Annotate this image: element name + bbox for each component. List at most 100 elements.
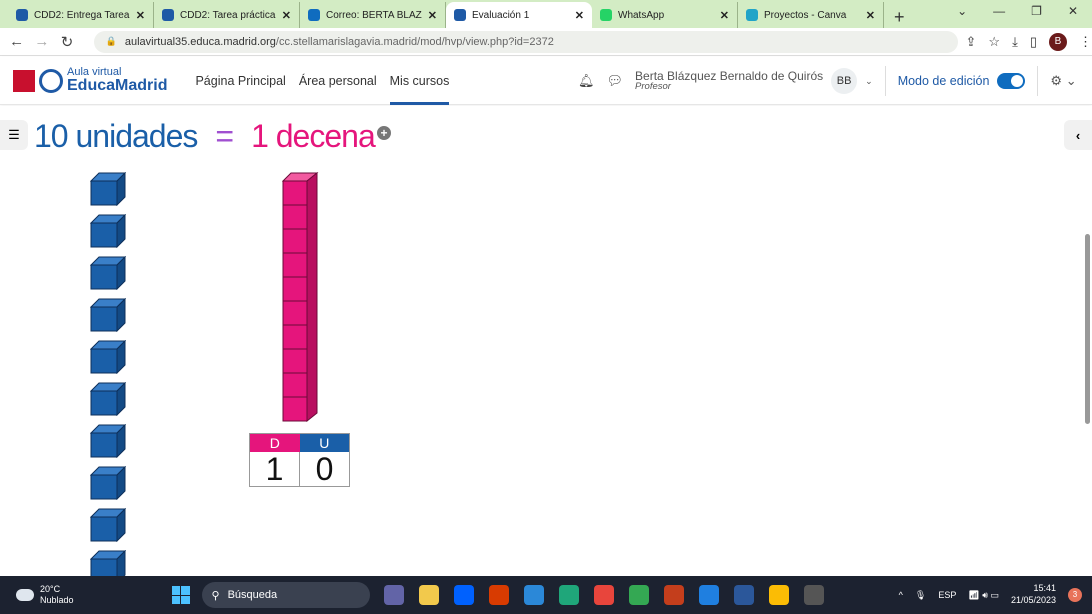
chrome-icon[interactable] <box>593 585 614 605</box>
moodle-cap-icon <box>454 9 466 21</box>
scrollbar[interactable] <box>1085 234 1090 424</box>
whatsapp-icon <box>600 9 612 21</box>
weather-widget[interactable]: 20°C Nublado <box>16 584 74 606</box>
lock-icon: 🔒 <box>105 36 117 46</box>
avatar[interactable]: BB <box>831 68 858 94</box>
unit-cube <box>90 424 126 458</box>
tab-0[interactable]: CDD2: Entrega Tarea F ✕ <box>8 2 154 28</box>
tab-title: CDD2: Entrega Tarea F <box>34 9 130 21</box>
close-window-button[interactable]: ✕ <box>1068 4 1078 18</box>
user-role: Profesor <box>635 81 671 93</box>
tab-3[interactable]: Evaluación 1 ✕ <box>446 2 592 28</box>
rod-segment <box>282 348 308 374</box>
cloud-icon <box>16 589 34 601</box>
wifi-volume-battery-icon[interactable]: 📶︎ 🔊︎ ▭ <box>968 590 999 601</box>
unit-cube <box>90 172 126 206</box>
nav-pagina-principal[interactable]: Página Principal <box>195 57 285 105</box>
activity-title: 10 unidades = 1 decena <box>34 118 376 155</box>
close-tab-icon[interactable]: ✕ <box>136 9 145 22</box>
chevron-down-icon[interactable]: ⌄ <box>865 76 873 87</box>
temperature: 20°C <box>40 584 61 595</box>
close-tab-icon[interactable]: ✕ <box>428 9 437 22</box>
logo-big-text: EducaMadrid <box>67 77 168 94</box>
rod-segment <box>282 372 308 398</box>
clock[interactable]: 15:41 21/05/2023 <box>1011 583 1056 606</box>
share-icon[interactable]: ⇪ <box>966 34 977 50</box>
tab-1[interactable]: CDD2: Tarea práctica C ✕ <box>154 2 300 28</box>
value-tens: 1 <box>250 452 300 486</box>
windows-start-icon[interactable] <box>171 586 190 604</box>
edit-mode-toggle[interactable] <box>997 73 1026 89</box>
tab-5[interactable]: Proyectos - Canva ✕ <box>738 2 884 28</box>
tab-title: CDD2: Tarea práctica C <box>180 9 276 21</box>
dropbox-icon[interactable] <box>453 585 474 605</box>
nav-mis-cursos[interactable]: Mis cursos <box>389 57 450 105</box>
office-icon[interactable] <box>488 585 509 605</box>
madrid-flag-icon <box>13 69 35 92</box>
close-tab-icon[interactable]: ✕ <box>720 9 729 22</box>
unit-cube <box>90 466 126 500</box>
new-tab-button[interactable]: + <box>884 7 915 28</box>
time: 15:41 <box>1033 583 1056 594</box>
taskbar-search[interactable]: ⚲ Búsqueda <box>201 582 370 608</box>
course-index-toggle[interactable]: ☰ <box>0 120 28 150</box>
address-bar-row: ← → ↻ 🔒 aulavirtual35.educa.madrid.org/c… <box>0 28 1092 56</box>
header-units: U <box>299 434 349 452</box>
url-path: /cc.stellamarislagavia.madrid/mod/hvp/vi… <box>275 35 554 48</box>
gear-icon[interactable]: ⚙ ⌄ <box>1050 73 1076 89</box>
unit-cube <box>90 256 126 290</box>
tab-4[interactable]: WhatsApp ✕ <box>592 2 738 28</box>
unit-cube <box>90 298 126 332</box>
profile-avatar[interactable]: B <box>1048 32 1067 51</box>
minimize-button[interactable]: — <box>993 4 1005 18</box>
url-bar[interactable]: 🔒 aulavirtual35.educa.madrid.org/cc.stel… <box>93 30 958 53</box>
tray-chevron-icon[interactable]: ^ <box>899 590 903 600</box>
search-label: Búsqueda <box>227 589 278 601</box>
microphone-icon[interactable]: 🎙︎ <box>915 590 926 601</box>
word-icon[interactable] <box>733 585 754 605</box>
canva-icon <box>746 9 758 21</box>
educamadrid-star-icon <box>39 68 63 93</box>
main-content: ☰ ‹ 10 unidades = 1 decena + D U 1 0 <box>0 106 1092 576</box>
bing-icon[interactable] <box>698 585 719 605</box>
date: 21/05/2023 <box>1010 595 1056 605</box>
rod-segment <box>282 276 308 302</box>
close-tab-icon[interactable]: ✕ <box>282 9 291 22</box>
file-explorer-icon[interactable] <box>418 585 439 605</box>
bell-icon[interactable]: 🔔︎ <box>578 73 595 89</box>
edge-icon[interactable] <box>558 585 579 605</box>
add-icon[interactable]: + <box>377 126 391 140</box>
unit-cube <box>90 340 126 374</box>
nav-area-personal[interactable]: Área personal <box>299 57 377 105</box>
obs-icon[interactable] <box>803 585 824 605</box>
tab-2[interactable]: Correo: BERTA BLAZQ ✕ <box>300 2 446 28</box>
url-host: aulavirtual35.educa.madrid.org <box>124 35 276 48</box>
chat-icon[interactable]: 💬︎ <box>607 73 624 89</box>
rod-segment <box>282 252 308 278</box>
teams-icon[interactable] <box>383 585 404 605</box>
chrome-icon-2[interactable] <box>628 585 649 605</box>
header-tens: D <box>250 434 300 452</box>
notification-badge[interactable]: 3 <box>1068 588 1082 602</box>
bookmark-star-icon[interactable]: ☆ <box>988 34 1000 50</box>
back-button[interactable]: ← <box>4 33 29 50</box>
block-drawer-toggle[interactable]: ‹ <box>1064 120 1092 150</box>
close-tab-icon[interactable]: ✕ <box>575 9 584 22</box>
language[interactable]: ESP <box>938 590 956 600</box>
tab-bar: CDD2: Entrega Tarea F ✕ CDD2: Tarea prácti… <box>0 0 1092 28</box>
download-icon[interactable]: ⤓ <box>1012 34 1018 50</box>
forward-button[interactable]: → <box>29 33 54 50</box>
tab-title: Correo: BERTA BLAZQ <box>326 9 422 21</box>
powerpoint-icon[interactable] <box>663 585 684 605</box>
sidepanel-icon[interactable]: ▯ <box>1030 34 1037 50</box>
chrome-active-icon[interactable] <box>768 585 789 605</box>
menu-icon[interactable]: ⋮ <box>1079 34 1092 50</box>
moodle-cap-icon <box>16 9 28 21</box>
educamadrid-logo[interactable]: Aula virtual EducaMadrid <box>13 67 167 94</box>
reload-button[interactable]: ↻ <box>54 33 79 51</box>
mail-icon[interactable] <box>523 585 544 605</box>
restore-button[interactable]: ❐ <box>1031 4 1042 18</box>
unit-cube <box>90 214 126 248</box>
close-tab-icon[interactable]: ✕ <box>866 9 875 22</box>
tab-search-icon[interactable]: ⌄ <box>957 4 967 18</box>
